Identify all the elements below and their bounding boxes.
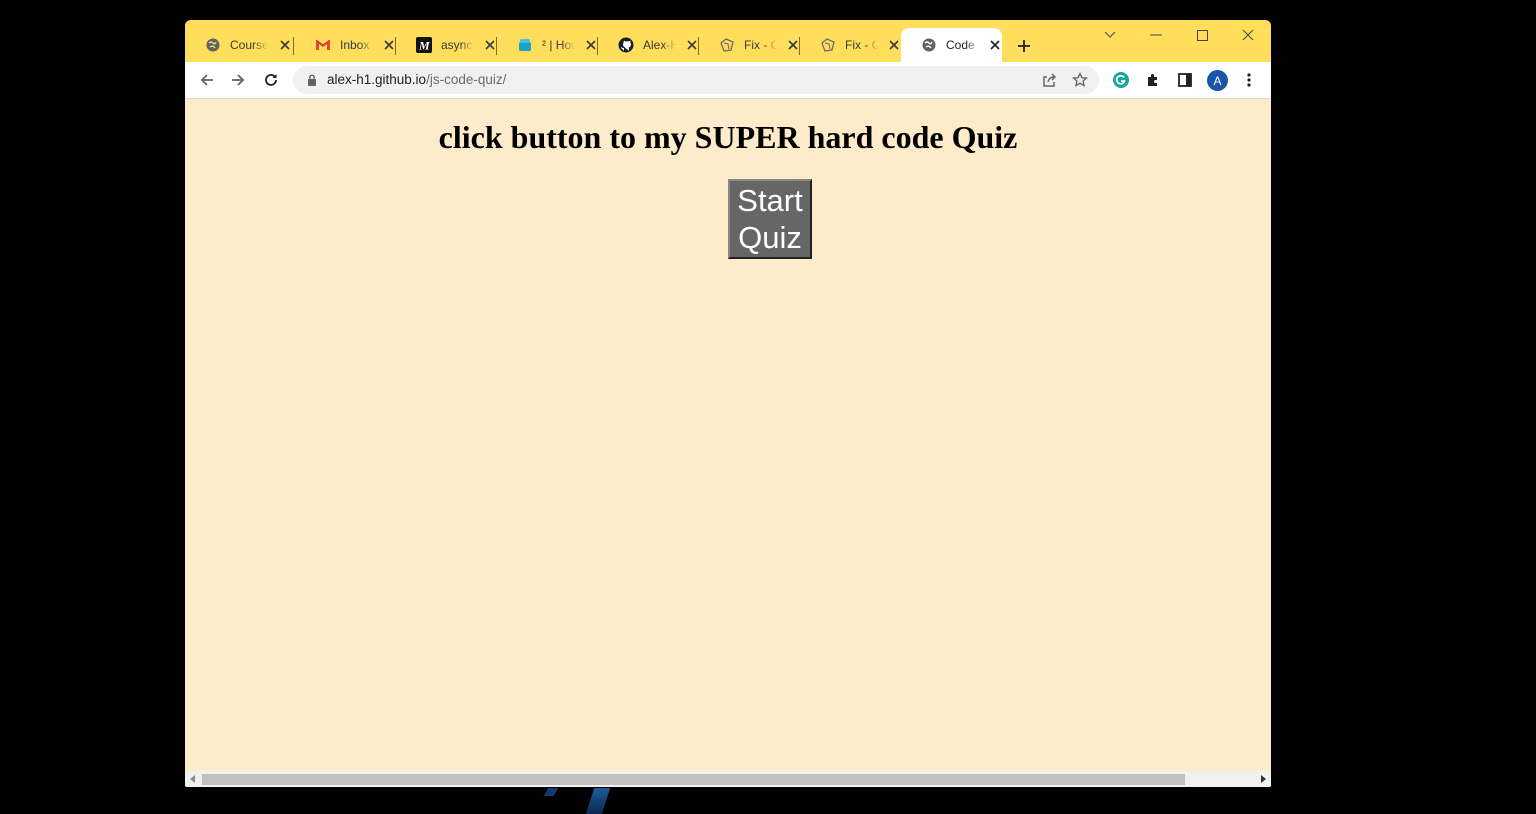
globe-icon [205, 37, 221, 53]
url-path: /js-code-quiz/ [426, 72, 507, 87]
gmail-icon [315, 37, 331, 53]
side-panel-icon[interactable] [1173, 68, 1197, 92]
tab-how[interactable]: ² | How [497, 28, 598, 62]
horizontal-scrollbar[interactable] [185, 771, 1271, 787]
tab-courses[interactable]: Course [185, 28, 294, 62]
close-tab-icon[interactable] [483, 37, 497, 53]
extensions-puzzle-icon[interactable] [1141, 68, 1165, 92]
maximize-icon[interactable] [1179, 20, 1225, 50]
url-host: alex-h1.github.io [327, 72, 427, 87]
minimize-icon[interactable] [1133, 20, 1179, 50]
tab-inbox[interactable]: Inbox ( [295, 28, 396, 62]
tab-title: Course [230, 38, 268, 52]
back-arrow-icon[interactable] [195, 68, 219, 92]
grammarly-icon[interactable] [1109, 68, 1133, 92]
close-tab-icon[interactable] [887, 37, 901, 53]
tab-async[interactable]: M async f [396, 28, 497, 62]
tab-code-quiz[interactable]: Code C [901, 28, 1002, 62]
tab-title: Alex-H [643, 38, 677, 52]
scrollbar-thumb[interactable] [202, 774, 1185, 785]
close-window-icon[interactable] [1225, 20, 1271, 50]
start-quiz-button[interactable]: Start Quiz [728, 179, 812, 259]
lock-icon[interactable] [305, 73, 319, 87]
address-bar[interactable]: alex-h1.github.io/js-code-quiz/ [293, 66, 1099, 94]
page-title: click button to my SUPER hard code Quiz [438, 119, 1018, 155]
share-icon[interactable] [1041, 72, 1057, 93]
close-tab-icon[interactable] [277, 37, 293, 53]
more-menu-icon[interactable] [1237, 68, 1261, 92]
new-tab-button[interactable] [1012, 34, 1036, 58]
tab-title: Fix - Ca [845, 38, 879, 52]
globe-icon [921, 37, 937, 53]
profile-avatar[interactable]: A [1207, 70, 1228, 91]
close-tab-icon[interactable] [786, 37, 800, 53]
browser-window: Course Inbox ( M async f ² | How [185, 20, 1271, 787]
tab-title: Fix - Ca [744, 38, 778, 52]
close-tab-icon[interactable] [685, 37, 699, 53]
close-tab-icon[interactable] [584, 37, 598, 53]
scroll-right-arrow-icon[interactable] [1258, 774, 1268, 784]
close-tab-icon[interactable] [382, 37, 396, 53]
tab-title: Inbox ( [340, 38, 374, 52]
puzzle-app-icon [820, 37, 836, 53]
svg-text:M: M [418, 39, 430, 53]
desktop-wallpaper-streak-small [543, 788, 559, 796]
tab-strip: Course Inbox ( M async f ² | How [185, 20, 1271, 62]
tab-separator [293, 37, 294, 55]
forward-arrow-icon[interactable] [226, 68, 250, 92]
tab-title: async f [441, 38, 474, 52]
tab-github[interactable]: Alex-H [598, 28, 699, 62]
reload-icon[interactable] [259, 68, 283, 92]
tab-title: ² | How [542, 38, 575, 52]
tab-fix-2[interactable]: Fix - Ca [800, 28, 901, 62]
medium-icon: M [416, 37, 432, 53]
bookmark-star-icon[interactable] [1071, 71, 1089, 93]
tab-search-chevron-icon[interactable] [1087, 20, 1133, 50]
stackoverflow-icon [517, 37, 533, 53]
scroll-left-arrow-icon[interactable] [188, 774, 198, 784]
close-tab-icon[interactable] [988, 37, 1002, 53]
url-text: alex-h1.github.io/js-code-quiz/ [327, 72, 506, 87]
tab-title: Code C [946, 38, 979, 52]
github-icon [618, 37, 634, 53]
puzzle-app-icon [719, 37, 735, 53]
browser-toolbar: alex-h1.github.io/js-code-quiz/ A [185, 62, 1271, 99]
desktop-wallpaper-streak [585, 788, 611, 814]
tab-fix-1[interactable]: Fix - Ca [699, 28, 800, 62]
page-content: click button to my SUPER hard code Quiz … [185, 99, 1271, 771]
